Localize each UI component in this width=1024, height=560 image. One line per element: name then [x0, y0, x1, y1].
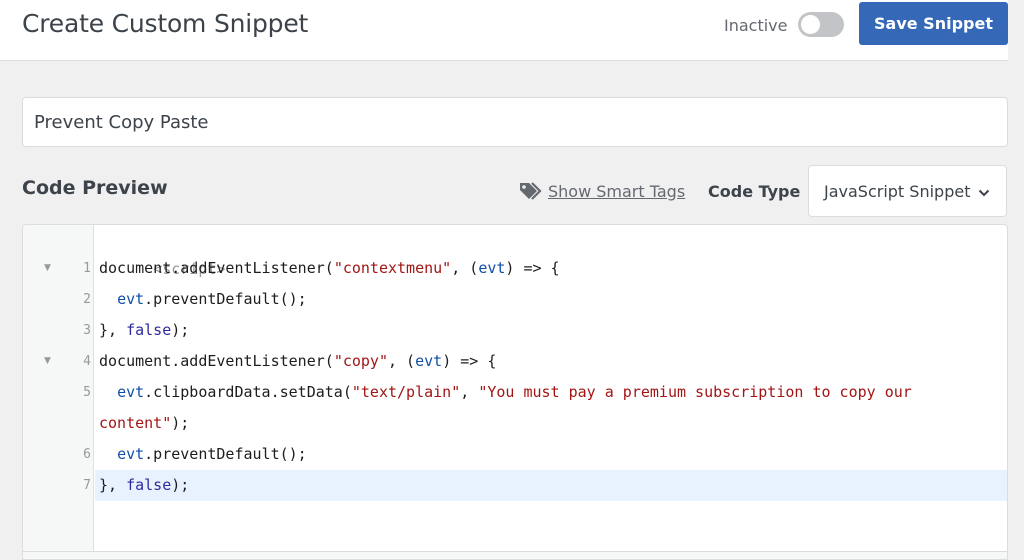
line-number: 1 [83, 261, 91, 276]
token-var: evt [415, 352, 443, 370]
code-line[interactable]: document.addEventListener("copy", (evt) … [95, 346, 1007, 377]
token: ); [171, 414, 190, 432]
line-number: 7 [83, 478, 91, 493]
show-smart-tags-link[interactable]: Show Smart Tags [518, 181, 685, 201]
token-var: evt [117, 290, 145, 308]
token: }, [99, 476, 127, 494]
token: .preventDefault(); [144, 290, 307, 308]
line-number: 2 [83, 292, 91, 307]
page-header: Create Custom Snippet Inactive Save Snip… [0, 0, 1024, 61]
token: document.addEventListener( [99, 352, 334, 370]
token: , ( [388, 352, 416, 370]
token: .clipboardData.setData( [144, 383, 352, 401]
line-number: 4 [83, 354, 91, 369]
code-line-wrap[interactable]: content"); [95, 408, 1007, 439]
chevron-down-icon [978, 182, 990, 201]
code-line[interactable]: evt.preventDefault(); [95, 439, 1007, 470]
token-str: "text/plain" [351, 383, 461, 401]
token-str: content" [99, 414, 172, 432]
token-kw: false [126, 476, 172, 494]
active-toggle[interactable] [798, 12, 844, 37]
editor-footer [23, 551, 1007, 559]
code-line[interactable]: evt.preventDefault(); [95, 284, 1007, 315]
line-number: 5 [83, 385, 91, 400]
toggle-knob [801, 15, 820, 34]
token: }, [99, 321, 127, 339]
save-snippet-button[interactable]: Save Snippet [859, 2, 1008, 45]
token: document.addEventListener( [99, 259, 334, 277]
token: , ( [451, 259, 479, 277]
code-line[interactable]: evt.clipboardData.setData("text/plain", … [95, 377, 1007, 408]
code-line[interactable]: }, false); [95, 315, 1007, 346]
token: , [460, 383, 479, 401]
code-preview-heading: Code Preview [22, 177, 168, 199]
snippet-title-input[interactable] [22, 97, 1008, 147]
line-number-gutter: 1 ▼ 2 3 4 ▼ 5 6 7 [23, 225, 94, 551]
show-smart-tags-label: Show Smart Tags [548, 181, 686, 201]
line-number: 6 [83, 447, 91, 462]
line-number: 3 [83, 323, 91, 338]
code-prefix-line: <script> [95, 227, 1007, 278]
token: ); [171, 321, 190, 339]
tag-icon [518, 181, 544, 201]
code-line[interactable]: document.addEventListener("contextmenu",… [95, 253, 1007, 284]
status-label: Inactive [724, 16, 788, 35]
token-var: evt [117, 445, 145, 463]
token: ) => { [505, 259, 560, 277]
code-area[interactable]: <script> document.addEventListener("cont… [95, 225, 1007, 551]
code-type-label: Code Type [708, 182, 801, 201]
fold-toggle-icon[interactable]: ▼ [44, 253, 51, 284]
token: ) => { [442, 352, 497, 370]
code-editor[interactable]: 1 ▼ 2 3 4 ▼ 5 6 7 <script> document.addEventList… [22, 224, 1008, 560]
code-line[interactable]: }, false); [95, 470, 1007, 501]
page-scrollbar[interactable] [1008, 0, 1024, 560]
page-title: Create Custom Snippet [22, 9, 309, 38]
token-var: evt [478, 259, 506, 277]
token-str: "You must pay a premium subscription to … [478, 383, 912, 401]
token-var: evt [117, 383, 145, 401]
token-str: "contextmenu" [333, 259, 452, 277]
code-type-value: JavaScript Snippet [824, 181, 971, 201]
token: ); [171, 476, 190, 494]
code-type-select[interactable]: JavaScript Snippet [808, 165, 1007, 217]
token: .preventDefault(); [144, 445, 307, 463]
token-kw: false [126, 321, 172, 339]
fold-toggle-icon[interactable]: ▼ [44, 346, 51, 377]
token-str: "copy" [333, 352, 388, 370]
